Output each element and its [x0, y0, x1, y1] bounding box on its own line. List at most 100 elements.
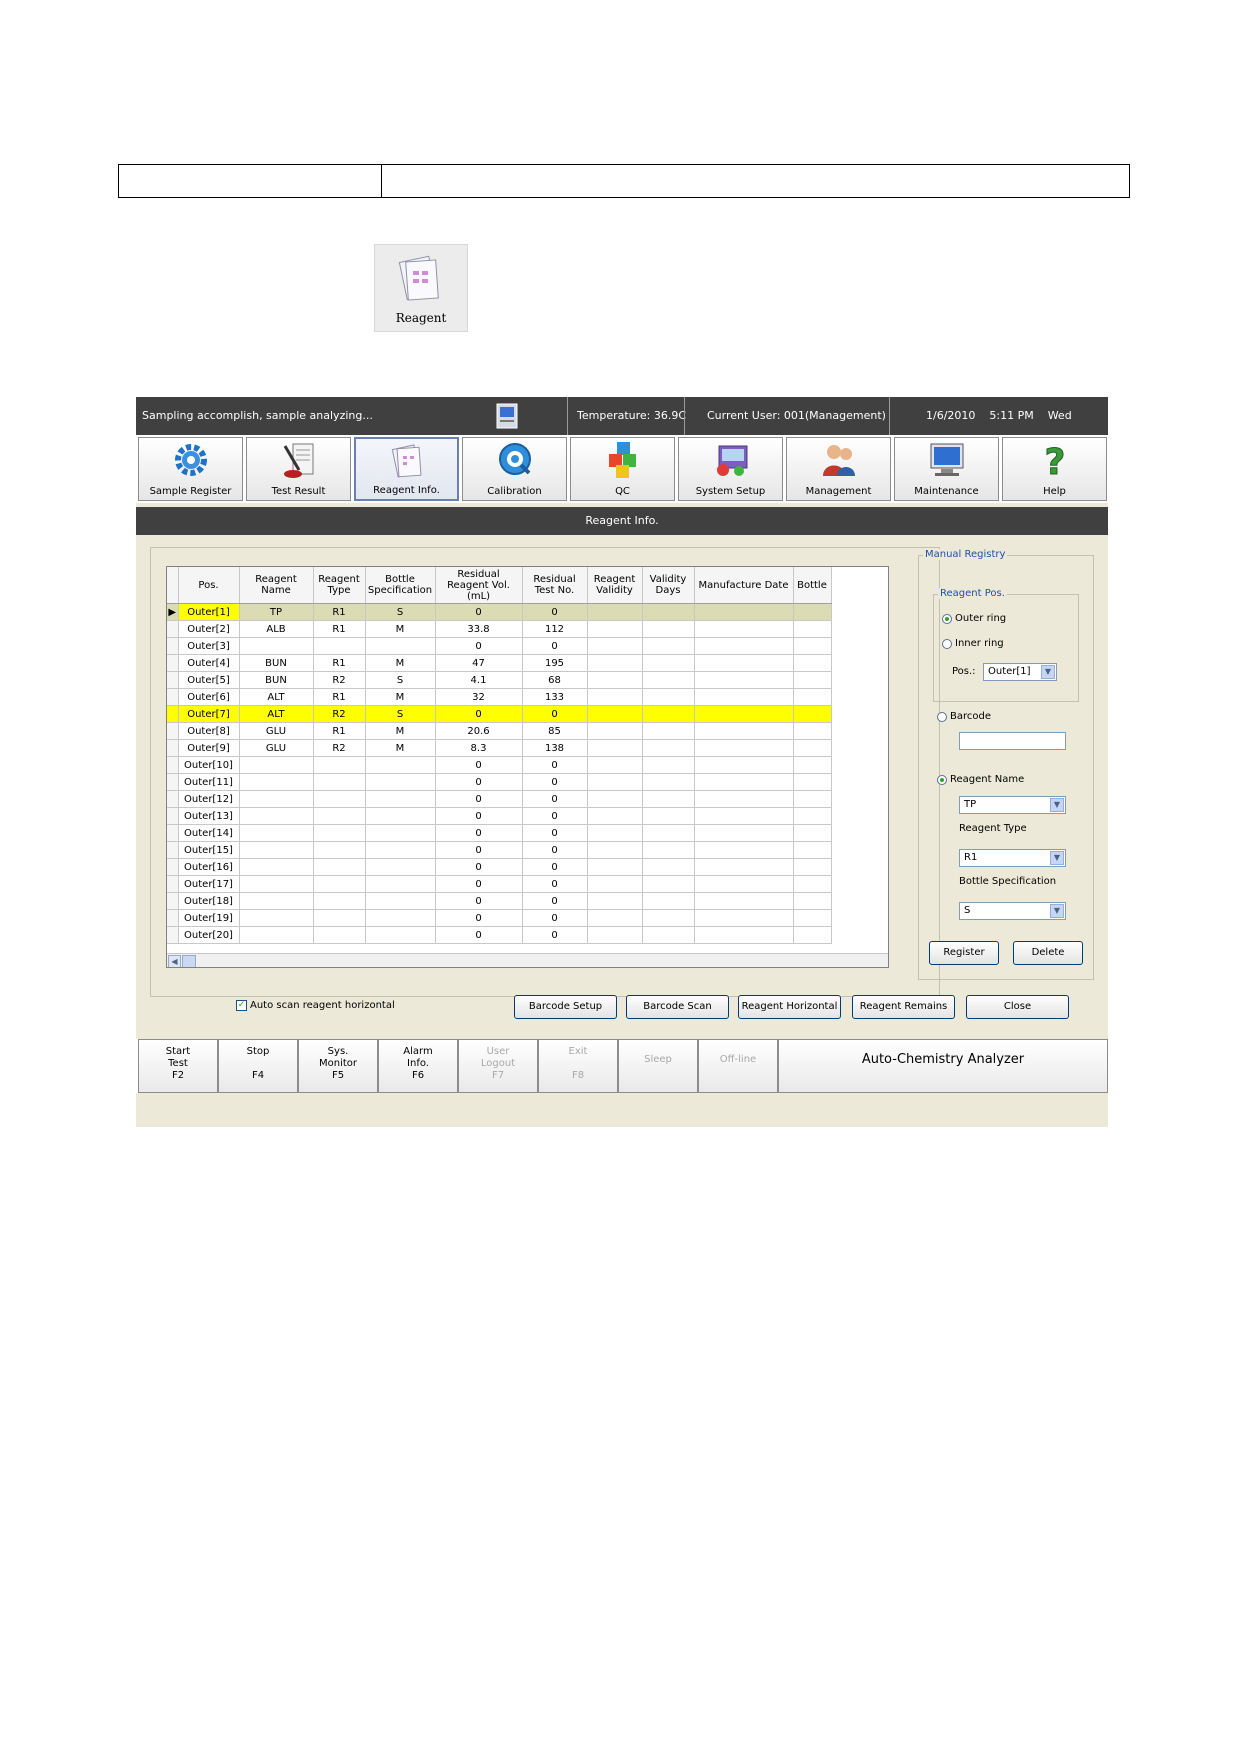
nav-maintenance[interactable]: Maintenance: [894, 437, 999, 501]
table-cell[interactable]: [642, 671, 695, 689]
table-cell[interactable]: [793, 705, 832, 723]
table-cell[interactable]: [313, 807, 366, 825]
table-cell[interactable]: [793, 841, 832, 859]
table-cell[interactable]: [694, 841, 794, 859]
table-cell[interactable]: 0: [522, 603, 588, 621]
table-row[interactable]: Outer[3] 0 0: [167, 637, 832, 655]
row-header[interactable]: [167, 926, 179, 944]
table-row[interactable]: Outer[15] 0 0: [167, 841, 832, 859]
table-cell[interactable]: 0: [522, 637, 588, 655]
row-header[interactable]: [167, 892, 179, 910]
table-cell[interactable]: [313, 637, 366, 655]
table-cell[interactable]: [587, 824, 643, 842]
table-cell[interactable]: Outer[7]: [178, 705, 240, 723]
nav-test-result[interactable]: Test Result: [246, 437, 351, 501]
table-cell[interactable]: [587, 637, 643, 655]
table-cell[interactable]: [694, 739, 794, 757]
table-cell[interactable]: R1: [313, 620, 366, 638]
table-cell[interactable]: S: [365, 671, 436, 689]
table-cell[interactable]: [239, 841, 314, 859]
table-cell[interactable]: [587, 926, 643, 944]
table-cell[interactable]: [587, 688, 643, 706]
table-cell[interactable]: Outer[12]: [178, 790, 240, 808]
column-header[interactable]: Pos.: [178, 567, 240, 604]
table-cell[interactable]: 0: [522, 858, 588, 876]
table-cell[interactable]: [642, 620, 695, 638]
table-cell[interactable]: [239, 909, 314, 927]
table-cell[interactable]: [793, 722, 832, 740]
table-cell[interactable]: [694, 620, 794, 638]
table-cell[interactable]: Outer[15]: [178, 841, 240, 859]
table-cell[interactable]: R1: [313, 603, 366, 621]
row-header[interactable]: [167, 858, 179, 876]
table-cell[interactable]: Outer[5]: [178, 671, 240, 689]
table-cell[interactable]: [694, 790, 794, 808]
table-row[interactable]: Outer[20] 0 0: [167, 926, 832, 944]
table-cell[interactable]: Outer[11]: [178, 773, 240, 791]
nav-help[interactable]: ? Help: [1002, 437, 1107, 501]
table-cell[interactable]: [587, 722, 643, 740]
reagent-name-radio[interactable]: Reagent Name: [937, 774, 1024, 785]
table-row[interactable]: Outer[4] BUN R1 M 47 195: [167, 654, 832, 672]
scroll-right-button[interactable]: ▶: [888, 955, 889, 968]
table-cell[interactable]: 0: [522, 841, 588, 859]
row-header[interactable]: [167, 637, 179, 655]
table-cell[interactable]: [365, 773, 436, 791]
table-cell[interactable]: [365, 807, 436, 825]
table-cell[interactable]: [313, 926, 366, 944]
table-cell[interactable]: [694, 807, 794, 825]
table-cell[interactable]: R1: [313, 688, 366, 706]
nav-management[interactable]: Management: [786, 437, 891, 501]
scroll-thumb[interactable]: [182, 955, 196, 967]
table-cell[interactable]: ALT: [239, 688, 314, 706]
fkey-exit[interactable]: Exit F8: [538, 1039, 618, 1093]
table-row[interactable]: Outer[13] 0 0: [167, 807, 832, 825]
table-cell[interactable]: [642, 790, 695, 808]
table-cell[interactable]: M: [365, 688, 436, 706]
table-cell[interactable]: [642, 773, 695, 791]
table-cell[interactable]: [313, 824, 366, 842]
table-cell[interactable]: [239, 824, 314, 842]
table-row[interactable]: Outer[12] 0 0: [167, 790, 832, 808]
table-cell[interactable]: [313, 909, 366, 927]
table-cell[interactable]: 0: [522, 773, 588, 791]
table-cell[interactable]: 0: [435, 824, 523, 842]
table-cell[interactable]: M: [365, 654, 436, 672]
column-header[interactable]: Residual Test No.: [522, 567, 588, 604]
nav-qc[interactable]: QC: [570, 437, 675, 501]
reagent-horizontal-button[interactable]: Reagent Horizontal: [738, 995, 841, 1019]
table-cell[interactable]: S: [365, 705, 436, 723]
table-cell[interactable]: [793, 807, 832, 825]
row-header[interactable]: [167, 671, 179, 689]
table-cell[interactable]: [694, 926, 794, 944]
row-pointer-icon[interactable]: ▶: [167, 603, 179, 621]
table-cell[interactable]: [587, 875, 643, 893]
table-cell[interactable]: [793, 637, 832, 655]
table-cell[interactable]: [365, 841, 436, 859]
column-header[interactable]: Bottle Specification: [365, 567, 436, 604]
table-cell[interactable]: [793, 603, 832, 621]
table-row[interactable]: Outer[10] 0 0: [167, 756, 832, 774]
table-cell[interactable]: [239, 858, 314, 876]
table-cell[interactable]: [313, 875, 366, 893]
row-header[interactable]: [167, 688, 179, 706]
column-header[interactable]: Validity Days: [642, 567, 695, 604]
nav-calibration[interactable]: Calibration: [462, 437, 567, 501]
column-header[interactable]: Reagent Type: [313, 567, 366, 604]
row-header[interactable]: [167, 620, 179, 638]
table-cell[interactable]: [793, 858, 832, 876]
table-cell[interactable]: R2: [313, 739, 366, 757]
row-header[interactable]: [167, 773, 179, 791]
barcode-setup-button[interactable]: Barcode Setup: [514, 995, 617, 1019]
table-cell[interactable]: 0: [435, 926, 523, 944]
table-cell[interactable]: [587, 739, 643, 757]
table-cell[interactable]: 0: [522, 790, 588, 808]
inner-ring-radio[interactable]: Inner ring: [942, 638, 1004, 649]
table-cell[interactable]: 0: [435, 705, 523, 723]
table-cell[interactable]: [313, 858, 366, 876]
table-cell[interactable]: 0: [522, 875, 588, 893]
table-cell[interactable]: 138: [522, 739, 588, 757]
table-cell[interactable]: 0: [522, 892, 588, 910]
table-cell[interactable]: [365, 892, 436, 910]
table-cell[interactable]: [793, 739, 832, 757]
